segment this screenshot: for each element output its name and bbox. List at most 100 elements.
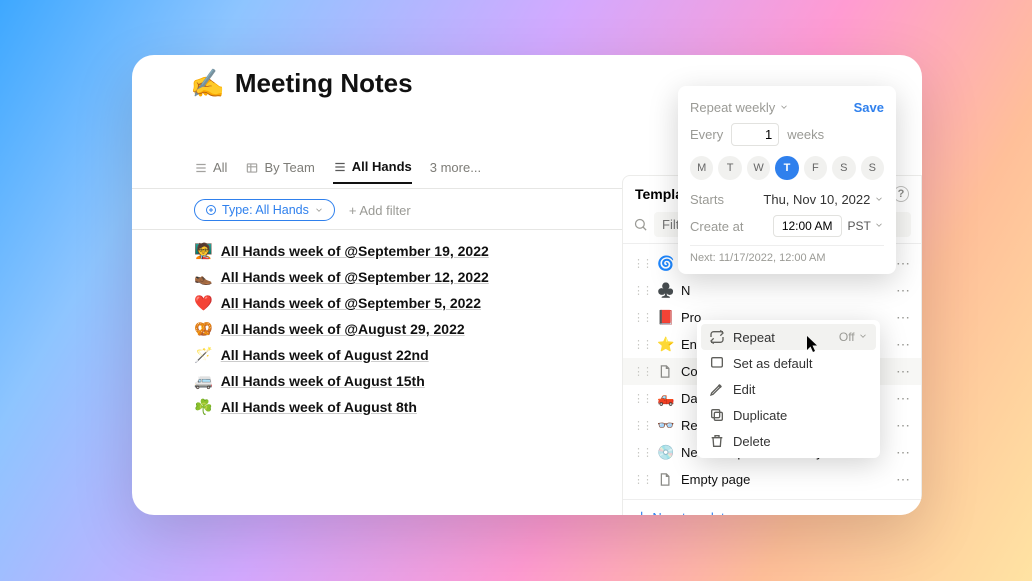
starts-label: Starts — [690, 192, 724, 207]
menu-delete-label: Delete — [733, 434, 771, 449]
template-emoji — [657, 472, 675, 487]
note-emoji: ❤️ — [194, 294, 213, 312]
tabs-more-label: 3 more... — [430, 160, 481, 175]
page-emoji: ✍️ — [190, 67, 225, 100]
chevron-down-icon — [874, 194, 884, 204]
template-more-button[interactable]: ⋯ — [896, 444, 911, 461]
template-more-button[interactable]: ⋯ — [896, 363, 911, 380]
save-button[interactable]: Save — [854, 100, 884, 115]
next-occurrence: Next: 11/17/2022, 12:00 AM — [690, 245, 884, 264]
flag-icon — [709, 355, 725, 371]
chevron-down-icon — [874, 220, 884, 230]
note-title: All Hands week of August 8th — [221, 399, 417, 415]
every-input[interactable] — [731, 123, 779, 146]
starts-date[interactable]: Thu, Nov 10, 2022 — [763, 192, 884, 207]
template-more-button[interactable]: ⋯ — [896, 255, 911, 272]
note-emoji: ☘️ — [194, 398, 213, 416]
note-emoji: 🚐 — [194, 372, 213, 390]
template-context-menu: Repeat Off Set as default Edit Duplicate… — [697, 320, 880, 458]
weekday-6[interactable]: S — [861, 156, 884, 180]
template-emoji: 🛻 — [657, 390, 675, 407]
weekday-picker: MTWTFSS — [690, 150, 884, 188]
template-emoji: 🌀 — [657, 255, 675, 272]
tab-by-team-label: By Team — [264, 160, 314, 175]
drag-handle-icon[interactable]: ⋮⋮ — [633, 365, 651, 378]
template-emoji: 📕 — [657, 309, 675, 326]
tab-all-hands[interactable]: All Hands — [333, 159, 412, 184]
menu-duplicate[interactable]: Duplicate — [701, 402, 876, 428]
weekday-4[interactable]: F — [804, 156, 827, 180]
filter-pill-type[interactable]: Type: All Hands — [194, 199, 335, 221]
weekday-1[interactable]: T — [718, 156, 741, 180]
menu-repeat-label: Repeat — [733, 330, 775, 345]
note-emoji: 👞 — [194, 268, 213, 286]
menu-duplicate-label: Duplicate — [733, 408, 787, 423]
template-more-button[interactable]: ⋯ — [896, 336, 911, 353]
pencil-icon — [709, 381, 725, 397]
weekday-0[interactable]: M — [690, 156, 713, 180]
note-emoji: 🥨 — [194, 320, 213, 338]
template-row[interactable]: ⋮⋮ ♣️ N ⋯ — [623, 277, 921, 304]
tab-all-label: All — [213, 160, 227, 175]
template-more-button[interactable]: ⋯ — [896, 390, 911, 407]
add-filter-button[interactable]: Add filter — [349, 203, 411, 218]
page-title: Meeting Notes — [235, 68, 413, 99]
every-label: Every — [690, 127, 723, 142]
chevron-down-icon — [779, 102, 789, 112]
template-more-button[interactable]: ⋯ — [896, 471, 911, 488]
note-title: All Hands week of @September 5, 2022 — [221, 295, 481, 311]
mouse-cursor — [806, 335, 820, 353]
trash-icon — [709, 433, 725, 449]
drag-handle-icon[interactable]: ⋮⋮ — [633, 257, 651, 270]
menu-edit[interactable]: Edit — [701, 376, 876, 402]
drag-handle-icon[interactable]: ⋮⋮ — [633, 419, 651, 432]
template-more-button[interactable]: ⋯ — [896, 282, 911, 299]
weekday-2[interactable]: W — [747, 156, 770, 180]
tabs-more[interactable]: 3 more... — [430, 160, 481, 183]
plus-icon: + — [637, 508, 646, 515]
timezone-select[interactable]: PST — [848, 219, 884, 233]
drag-handle-icon[interactable]: ⋮⋮ — [633, 392, 651, 405]
menu-set-default[interactable]: Set as default — [701, 350, 876, 376]
note-title: All Hands week of @September 12, 2022 — [221, 269, 489, 285]
create-time[interactable]: 12:00 AM — [773, 215, 842, 237]
menu-edit-label: Edit — [733, 382, 755, 397]
template-emoji: 💿 — [657, 444, 675, 461]
template-more-button[interactable]: ⋯ — [896, 309, 911, 326]
template-row[interactable]: ⋮⋮ Empty page ⋯ — [623, 466, 921, 493]
drag-handle-icon[interactable]: ⋮⋮ — [633, 473, 651, 486]
template-label: N — [681, 283, 690, 298]
weekday-5[interactable]: S — [832, 156, 855, 180]
template-emoji: ♣️ — [657, 282, 675, 299]
tab-all-hands-label: All Hands — [352, 159, 412, 174]
every-unit: weeks — [787, 127, 824, 142]
note-title: All Hands week of @September 19, 2022 — [221, 243, 489, 259]
drag-handle-icon[interactable]: ⋮⋮ — [633, 446, 651, 459]
note-emoji: 🧑‍🏫 — [194, 242, 213, 260]
repeat-title[interactable]: Repeat weekly — [690, 100, 789, 115]
menu-repeat[interactable]: Repeat Off — [701, 324, 876, 350]
menu-set-default-label: Set as default — [733, 356, 813, 371]
repeat-popover: Repeat weekly Save Every weeks MTWTFSS S… — [678, 86, 896, 274]
template-label: Empty page — [681, 472, 750, 487]
drag-handle-icon[interactable]: ⋮⋮ — [633, 338, 651, 351]
filter-pill-label: Type: All Hands — [222, 203, 309, 217]
note-title: All Hands week of August 15th — [221, 373, 425, 389]
weekday-3[interactable]: T — [775, 156, 798, 180]
note-title: All Hands week of August 22nd — [221, 347, 429, 363]
menu-delete[interactable]: Delete — [701, 428, 876, 454]
tab-all[interactable]: All — [194, 160, 227, 183]
search-icon — [633, 217, 648, 232]
repeat-icon — [709, 329, 725, 345]
drag-handle-icon[interactable]: ⋮⋮ — [633, 284, 651, 297]
note-title: All Hands week of @August 29, 2022 — [221, 321, 465, 337]
template-emoji: ⭐ — [657, 336, 675, 353]
template-emoji: 👓 — [657, 417, 675, 434]
template-more-button[interactable]: ⋯ — [896, 417, 911, 434]
chevron-down-icon — [858, 331, 868, 341]
drag-handle-icon[interactable]: ⋮⋮ — [633, 311, 651, 324]
new-template-label: New template — [652, 510, 731, 516]
note-emoji: 🪄 — [194, 346, 213, 364]
new-template-button[interactable]: + New template — [623, 499, 921, 515]
tab-by-team[interactable]: By Team — [245, 160, 314, 183]
